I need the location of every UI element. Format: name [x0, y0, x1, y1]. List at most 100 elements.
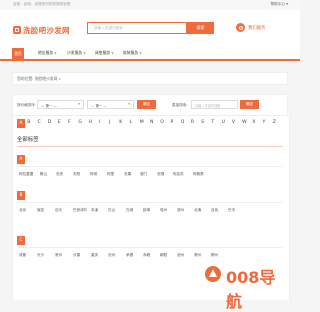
tag-link[interactable]: 亳州 [160, 208, 167, 213]
nav-item-sofa[interactable]: 沙发服务 ▼ [67, 50, 86, 56]
nav-item-label: 地址服务 [38, 50, 54, 55]
help-center-link[interactable]: 帮助中心 ▾ [271, 2, 288, 7]
tag-link[interactable]: 安康 [124, 172, 131, 177]
section-title: 全部标签 [17, 137, 39, 143]
letter-index: AB C D E F G H I J K L M N O P Q R S T U V WX Y Z [17, 119, 283, 130]
chevron-down-icon: ▾ [128, 102, 130, 106]
letter-index-s[interactable]: S [201, 120, 204, 125]
tag-link[interactable]: 常州 [55, 253, 62, 258]
letter-index-x[interactable]: X [252, 120, 255, 125]
tag-link[interactable]: 长沙 [37, 253, 44, 258]
tag-link[interactable]: 朝阳 [160, 253, 167, 258]
tag-link[interactable]: 巴中 [228, 208, 235, 213]
tag-link[interactable]: 阿勒泰 [193, 172, 204, 177]
letter-index-r[interactable]: R [191, 120, 194, 125]
service-icon[interactable] [236, 23, 245, 32]
nav-item-address[interactable]: 地址服务 ▼ [38, 50, 57, 56]
direct-search-label: 直接搜索: [172, 103, 188, 107]
letter-index-p[interactable]: P [170, 120, 173, 125]
letter-index-d[interactable]: D [48, 120, 52, 125]
group-divider [17, 247, 283, 248]
letter-index-v[interactable]: V [232, 120, 235, 125]
nav-home[interactable]: 首页 [12, 48, 24, 59]
tag-link[interactable]: 白山 [108, 208, 115, 213]
tag-link[interactable]: 沧州 [108, 253, 115, 258]
sort-confirm-button[interactable]: 确定 [137, 100, 156, 109]
tag-link[interactable]: 池州 [177, 253, 184, 258]
tag-link[interactable]: 阿里 [107, 172, 114, 177]
tag-link[interactable]: 阿克苏 [173, 172, 184, 177]
group-divider [17, 166, 283, 167]
watermark: 008导航 [204, 263, 288, 311]
tag-link[interactable]: 本溪 [91, 208, 98, 213]
nav-item-label: 床垫服务 [95, 50, 111, 55]
logo-icon[interactable] [13, 26, 21, 34]
letter-index-f[interactable]: F [68, 120, 71, 125]
top-bar-left-text: 全部 - 目标、未提供可供热搜的标签 [13, 2, 71, 6]
group-badge-a: A [17, 155, 25, 164]
letter-index-u[interactable]: U [222, 120, 225, 125]
tag-link[interactable]: 阿坝 [90, 172, 97, 177]
tag-link[interactable]: 白城 [126, 208, 133, 213]
tag-link[interactable]: 蚌埠 [143, 208, 150, 213]
tag-link[interactable]: 鞍山 [40, 172, 47, 177]
tag-link[interactable]: 北海 [194, 208, 201, 213]
tag-link[interactable]: 包头 [55, 208, 62, 213]
letter-index-j[interactable]: J [109, 120, 110, 125]
letter-index-a[interactable]: A [17, 119, 25, 128]
tag-link[interactable]: 阿拉善盟 [19, 172, 33, 177]
tag-link[interactable]: 滨州 [177, 208, 184, 213]
service-link[interactable]: 我们服务 [248, 25, 266, 31]
tag-link[interactable]: 巴彦淖尔 [73, 208, 87, 213]
letter-index-m[interactable]: M [140, 120, 144, 125]
letter-index-z[interactable]: Z [273, 120, 276, 125]
sort-label: 按价格排序: [17, 103, 37, 107]
tag-link[interactable]: 安庆 [56, 172, 63, 177]
tag-link[interactable]: 北京 [19, 208, 26, 213]
tag-link[interactable]: 成都 [19, 253, 26, 258]
nav-item-label: 软装服务 [123, 50, 139, 55]
select-value: — 第一 — [41, 104, 57, 108]
letter-index-w[interactable]: W [242, 120, 247, 125]
letter-index-k[interactable]: K [119, 120, 122, 125]
nav-item-mattress[interactable]: 床垫服务 ▼ [95, 50, 114, 56]
sort-select-1[interactable]: — 第一 — ▾ [37, 100, 84, 109]
watermark-text: 008导航 [226, 268, 276, 311]
tag-link[interactable]: 承德 [126, 253, 133, 258]
site-logo-text[interactable]: 洗脸吧沙发网 [23, 25, 70, 36]
tag-link[interactable]: 赤峰 [143, 253, 150, 258]
group-badge-b: B [17, 191, 25, 200]
nav-item-decor[interactable]: 软装服务 ▼ [123, 50, 142, 56]
letter-index-t[interactable]: T [211, 120, 214, 125]
letter-index-l[interactable]: L [130, 120, 133, 125]
letter-index-h[interactable]: H [89, 120, 92, 125]
search-button[interactable]: 搜索 [187, 22, 214, 34]
tag-link[interactable]: 保定 [37, 208, 44, 213]
letter-index-e[interactable]: E [58, 120, 61, 125]
letter-index-o[interactable]: O [160, 120, 164, 125]
letter-index-b[interactable]: B [27, 120, 30, 125]
chevron-down-icon: ▼ [139, 51, 142, 55]
letter-index-g[interactable]: G [78, 120, 82, 125]
chevron-down-icon: ▾ [78, 102, 80, 106]
direct-search-input[interactable]: 请输入关键字搜索 [191, 100, 238, 109]
letter-index-n[interactable]: N [150, 120, 153, 125]
tag-link[interactable]: 安顺 [157, 172, 164, 177]
search-input[interactable]: 请输入关键词搜索 [87, 22, 187, 34]
letter-index-c[interactable]: C [37, 120, 40, 125]
letter-index-i[interactable]: I [99, 120, 100, 125]
letter-index-y[interactable]: Y [263, 120, 266, 125]
tag-link[interactable]: 长春 [73, 253, 80, 258]
tag-link[interactable]: 滁州 [194, 253, 201, 258]
tag-link[interactable]: 安阳 [73, 172, 80, 177]
sort-select-2[interactable]: — 第一 — ▾ [87, 100, 134, 109]
tag-link[interactable]: 重庆 [91, 253, 98, 258]
nav-item-label: 沙发服务 [67, 50, 83, 55]
chevron-down-icon: ▼ [54, 51, 57, 55]
tag-link[interactable]: 百色 [211, 208, 218, 213]
chevron-down-icon: ▼ [83, 51, 86, 55]
tag-link[interactable]: 澳门 [140, 172, 147, 177]
letter-index-q[interactable]: Q [181, 120, 185, 125]
direct-search-button[interactable]: 确定 [240, 100, 259, 109]
tag-link[interactable]: 郴州 [211, 253, 218, 258]
